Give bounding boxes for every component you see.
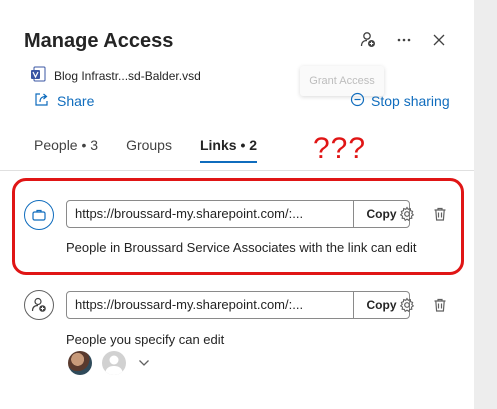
tab-divider: [0, 170, 474, 171]
grant-access-icon[interactable]: [357, 29, 379, 51]
link-1-type: [24, 200, 54, 230]
stop-sharing-label: Stop sharing: [371, 93, 450, 109]
tab-links[interactable]: Links • 2: [199, 137, 258, 163]
link-1-delete-icon[interactable]: [429, 203, 451, 225]
avatar-placeholder-icon[interactable]: [102, 351, 126, 375]
avatar[interactable]: [68, 351, 92, 375]
more-icon[interactable]: [393, 29, 415, 51]
link-2-settings-icon[interactable]: [396, 294, 418, 316]
background-strip: [474, 0, 497, 409]
tab-people[interactable]: People • 3: [34, 137, 98, 163]
visio-file-icon: [30, 66, 46, 85]
manage-access-panel: Manage Access Grant Access Blog Infrastr…: [0, 0, 474, 409]
annotation-question-marks: ???: [313, 132, 367, 165]
link-2-field[interactable]: https://broussard-my.sharepoint.com/:...…: [66, 291, 410, 319]
stop-icon: [350, 92, 365, 110]
share-button[interactable]: Share: [34, 92, 94, 110]
link-2-delete-icon[interactable]: [429, 294, 451, 316]
share-icon: [34, 92, 49, 110]
page-title: Manage Access: [24, 30, 174, 52]
tab-bar: People • 3 Groups Links • 2: [34, 137, 285, 163]
tooltip-label: Grant Access: [309, 75, 375, 87]
chevron-down-icon[interactable]: [136, 355, 152, 371]
link-2-people: [68, 351, 152, 375]
file-name: Blog Infrastr...sd-Balder.vsd: [54, 68, 201, 83]
link-2-description: People you specify can edit: [66, 332, 225, 347]
stop-sharing-button[interactable]: Stop sharing: [350, 92, 450, 110]
share-label: Share: [57, 93, 95, 109]
link-2-type: [24, 290, 54, 320]
briefcase-icon: [24, 200, 54, 230]
link-1-field[interactable]: https://broussard-my.sharepoint.com/:...…: [66, 200, 410, 228]
file-info: Blog Infrastr...sd-Balder.vsd: [30, 66, 201, 85]
link-1-settings-icon[interactable]: [396, 203, 418, 225]
link-2-url[interactable]: https://broussard-my.sharepoint.com/:...: [67, 292, 353, 318]
close-icon[interactable]: [428, 29, 450, 51]
person-add-icon: [24, 290, 54, 320]
link-1-url[interactable]: https://broussard-my.sharepoint.com/:...: [67, 201, 353, 227]
tab-groups[interactable]: Groups: [126, 137, 172, 163]
link-1-description: People in Broussard Service Associates w…: [66, 240, 417, 255]
